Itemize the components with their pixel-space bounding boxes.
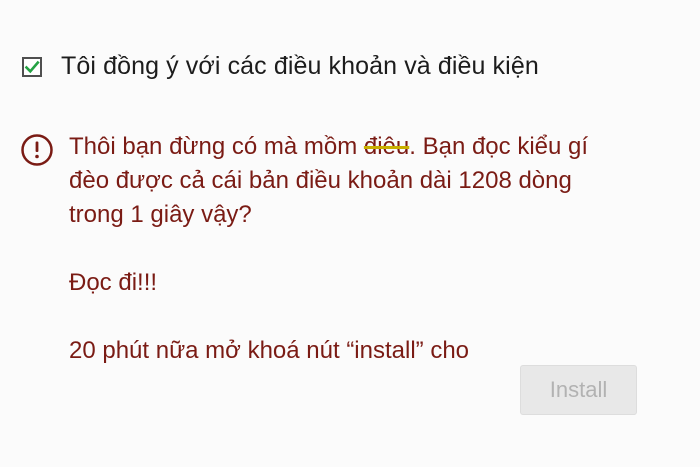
warning-paragraph-3: 20 phút nữa mở khoá nút “install” cho — [69, 337, 470, 364]
warning-paragraph-2: Đọc đi!!! — [69, 269, 158, 296]
warning-text-part: Thôi bạn đừng có mà mồm — [69, 133, 364, 160]
terms-checkbox[interactable] — [22, 56, 42, 77]
install-button[interactable]: Install — [520, 365, 637, 415]
warning-text: Thôi bạn đừng có mà mồm điêu. Bạn đọc ki… — [69, 130, 614, 368]
info-circle-icon — [20, 133, 54, 167]
terms-consent-label[interactable]: Tôi đồng ý với các điều khoản và điều ki… — [61, 52, 539, 81]
warning-message: Thôi bạn đừng có mà mồm điêu. Bạn đọc ki… — [20, 130, 614, 368]
terms-consent-row[interactable]: Tôi đồng ý với các điều khoản và điều ki… — [22, 52, 539, 81]
warning-paragraph-1: Thôi bạn đừng có mà mồm điêu. Bạn đọc ki… — [69, 130, 614, 232]
check-icon — [24, 60, 40, 73]
strikethrough-word: điêu — [363, 133, 410, 160]
